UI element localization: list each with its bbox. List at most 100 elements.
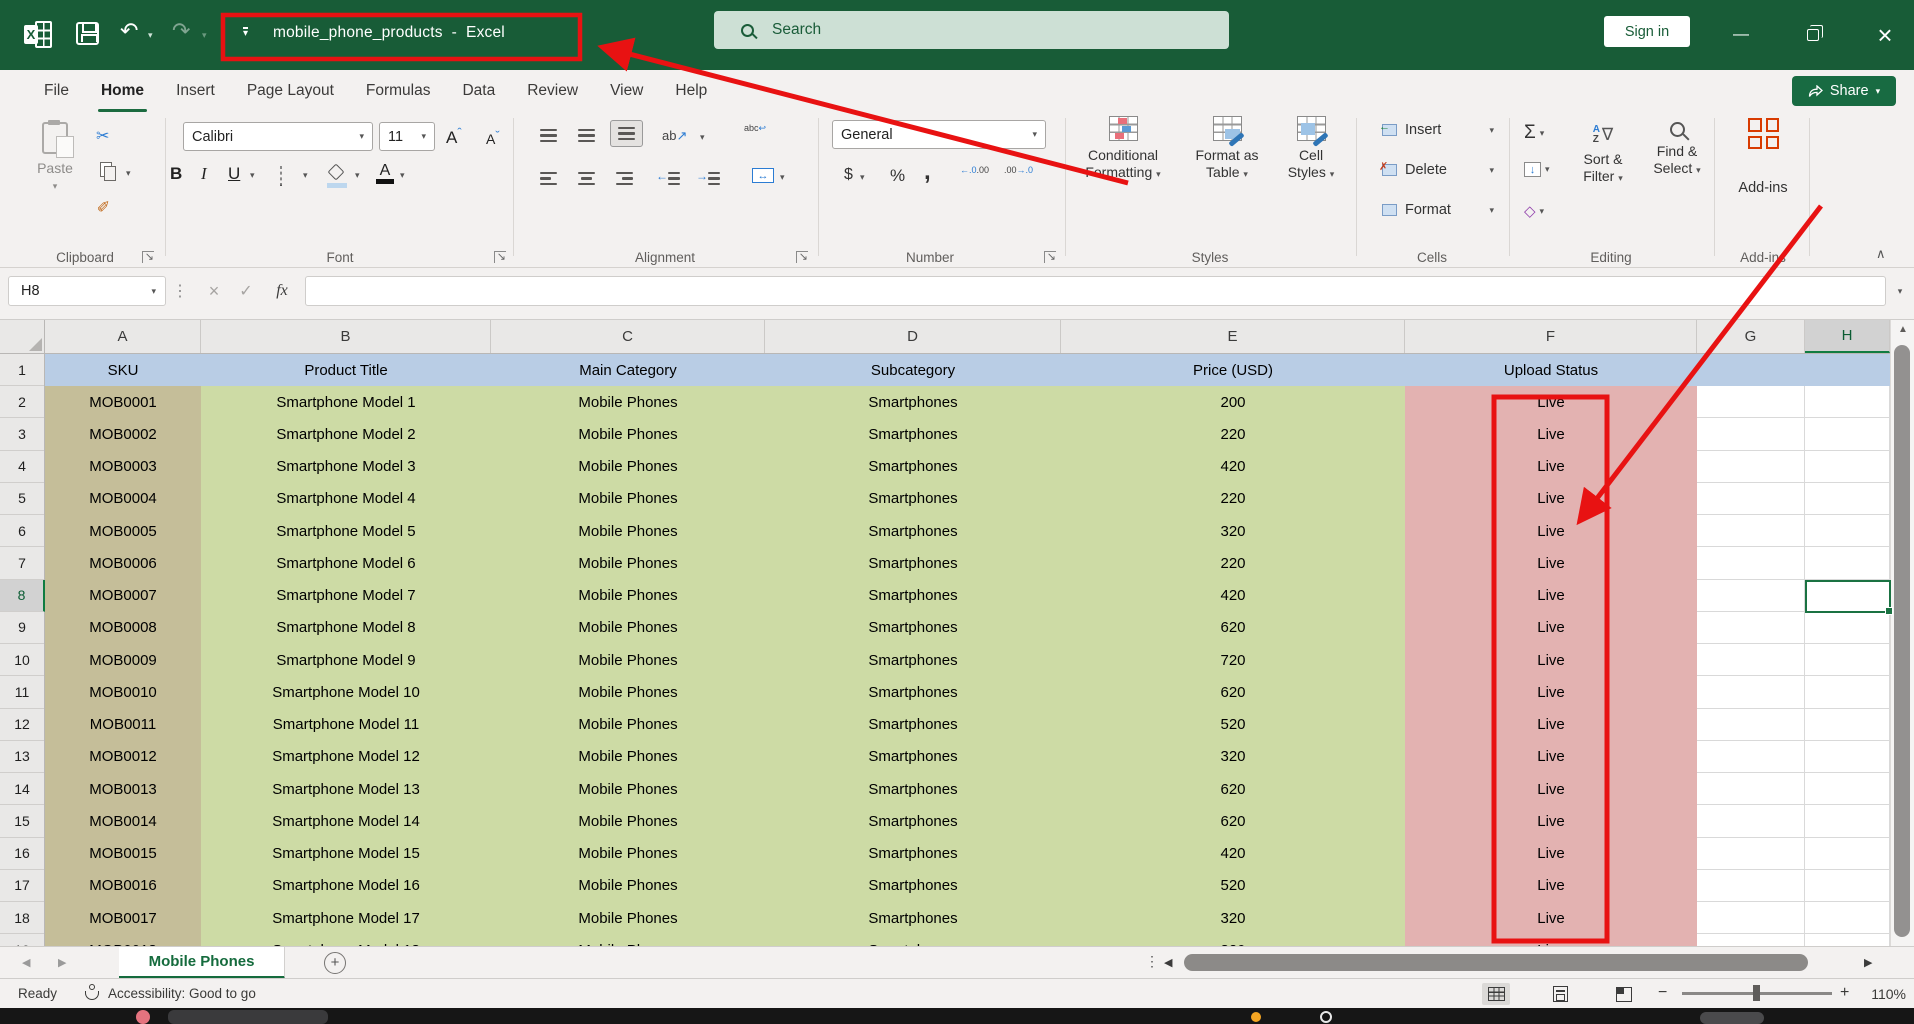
table-row-14-cell-C[interactable]: Mobile Phones — [491, 773, 765, 805]
select-all-corner[interactable] — [0, 320, 45, 354]
table-row-3-cell-F[interactable]: Live — [1405, 418, 1697, 450]
table-row-7-cell-H[interactable] — [1805, 547, 1890, 579]
increase-decimal-icon[interactable]: ←.0.00 — [960, 166, 989, 176]
redo-chevron-icon[interactable]: ▾ — [202, 30, 207, 41]
percent-button[interactable]: % — [890, 166, 905, 186]
enter-formula-icon[interactable]: ✓ — [232, 276, 260, 306]
header-row-cell-G[interactable] — [1697, 354, 1805, 386]
delete-cells-button[interactable]: ✗ Delete ▾ — [1382, 162, 1494, 178]
table-row-12-cell-C[interactable]: Mobile Phones — [491, 709, 765, 741]
table-row-7-cell-C[interactable]: Mobile Phones — [491, 547, 765, 579]
fill-button[interactable]: ↓ ▾ — [1524, 162, 1550, 177]
wrap-text-icon[interactable]: abc↩ — [744, 124, 766, 134]
copy-chevron-icon[interactable]: ▾ — [126, 168, 131, 179]
table-row-17-cell-G[interactable] — [1697, 870, 1805, 902]
table-row-12-cell-D[interactable]: Smartphones — [765, 709, 1061, 741]
table-row-7-cell-B[interactable]: Smartphone Model 6 — [201, 547, 491, 579]
underline-button[interactable]: U — [228, 164, 240, 184]
table-row-8-cell-E[interactable]: 420 — [1061, 580, 1405, 612]
table-row-6-cell-C[interactable]: Mobile Phones — [491, 515, 765, 547]
table-row-14-cell-A[interactable]: MOB0013 — [45, 773, 201, 805]
table-row-2-cell-E[interactable]: 200 — [1061, 386, 1405, 418]
currency-chevron-icon[interactable]: ▾ — [860, 172, 865, 183]
table-row-9-cell-G[interactable] — [1697, 612, 1805, 644]
sheet-tab-mobile-phones[interactable]: Mobile Phones — [119, 947, 285, 979]
fill-color-icon[interactable] — [328, 164, 345, 181]
table-row-19-partial-cell-F[interactable]: Live — [1405, 934, 1697, 946]
table-row-15-cell-A[interactable]: MOB0014 — [45, 805, 201, 837]
table-row-3-cell-E[interactable]: 220 — [1061, 418, 1405, 450]
sort-filter-button[interactable]: AZ ∇ Sort & Filter ▾ — [1566, 122, 1640, 187]
table-row-4-cell-B[interactable]: Smartphone Model 3 — [201, 451, 491, 483]
table-row-13-cell-A[interactable]: MOB0012 — [45, 741, 201, 773]
table-row-14-cell-E[interactable]: 620 — [1061, 773, 1405, 805]
table-row-17-cell-D[interactable]: Smartphones — [765, 870, 1061, 902]
table-row-10-cell-A[interactable]: MOB0009 — [45, 644, 201, 676]
table-row-4-cell-D[interactable]: Smartphones — [765, 451, 1061, 483]
format-painter-icon[interactable]: ✎ — [95, 199, 115, 212]
table-row-18-cell-G[interactable] — [1697, 902, 1805, 934]
table-row-14-cell-G[interactable] — [1697, 773, 1805, 805]
table-row-2-cell-C[interactable]: Mobile Phones — [491, 386, 765, 418]
sheet-bar-dots-icon[interactable]: ⋮ — [1145, 953, 1159, 970]
table-row-12-cell-E[interactable]: 520 — [1061, 709, 1405, 741]
taskbar-circle-icon[interactable] — [1320, 1011, 1332, 1023]
table-row-18-cell-H[interactable] — [1805, 902, 1890, 934]
table-row-17-cell-B[interactable]: Smartphone Model 16 — [201, 870, 491, 902]
page-layout-view-button[interactable] — [1546, 983, 1574, 1005]
add-ins-button[interactable]: Add-ins — [1730, 180, 1796, 196]
redo-icon[interactable]: ↷ — [172, 20, 190, 42]
table-row-5-cell-A[interactable]: MOB0004 — [45, 483, 201, 515]
table-row-3-cell-C[interactable]: Mobile Phones — [491, 418, 765, 450]
table-row-3-cell-D[interactable]: Smartphones — [765, 418, 1061, 450]
decrease-indent-icon[interactable]: ← — [656, 169, 668, 183]
table-row-2-cell-D[interactable]: Smartphones — [765, 386, 1061, 418]
column-header-H[interactable]: H — [1805, 320, 1890, 353]
table-row-13-cell-G[interactable] — [1697, 741, 1805, 773]
grow-font-button[interactable]: Aˆ — [446, 125, 462, 148]
quick-access-overflow-icon[interactable]: ▾ — [243, 27, 248, 38]
table-row-10-cell-G[interactable] — [1697, 644, 1805, 676]
table-row-10-cell-H[interactable] — [1805, 644, 1890, 676]
row-header-6[interactable]: 6 — [0, 515, 44, 547]
row-header-18[interactable]: 18 — [0, 902, 44, 934]
cancel-formula-icon[interactable]: × — [200, 276, 228, 306]
table-row-11-cell-G[interactable] — [1697, 676, 1805, 708]
sheet-nav-right-icon[interactable]: ▶ — [58, 956, 66, 969]
undo-chevron-icon[interactable]: ▾ — [148, 30, 153, 41]
fill-color-chevron-icon[interactable]: ▾ — [355, 170, 360, 181]
search-input[interactable]: Search — [714, 11, 1229, 49]
table-row-14-cell-B[interactable]: Smartphone Model 13 — [201, 773, 491, 805]
row-header-15[interactable]: 15 — [0, 805, 44, 837]
table-row-9-cell-D[interactable]: Smartphones — [765, 612, 1061, 644]
taskbar-pink-app-icon[interactable] — [136, 1010, 150, 1024]
table-row-10-cell-C[interactable]: Mobile Phones — [491, 644, 765, 676]
align-bottom-selected[interactable] — [610, 120, 643, 147]
tab-formulas[interactable]: Formulas — [350, 70, 447, 112]
tab-view[interactable]: View — [594, 70, 659, 112]
close-button[interactable]: × — [1867, 17, 1903, 53]
column-header-C[interactable]: C — [491, 320, 765, 353]
number-launcher-icon[interactable]: ↘ — [1044, 251, 1056, 263]
orientation-icon[interactable]: ab↗ — [662, 128, 687, 144]
table-row-11-cell-F[interactable]: Live — [1405, 676, 1697, 708]
table-row-17-cell-F[interactable]: Live — [1405, 870, 1697, 902]
hscroll-left-icon[interactable]: ◀ — [1164, 956, 1172, 969]
excel-logo-icon[interactable]: X — [24, 21, 52, 48]
tab-insert[interactable]: Insert — [160, 70, 231, 112]
header-row-cell-D[interactable]: Subcategory — [765, 354, 1061, 386]
table-row-3-cell-H[interactable] — [1805, 418, 1890, 450]
table-row-9-cell-B[interactable]: Smartphone Model 8 — [201, 612, 491, 644]
table-row-7-cell-A[interactable]: MOB0006 — [45, 547, 201, 579]
taskbar-item[interactable] — [168, 1010, 328, 1024]
align-left-icon[interactable] — [540, 172, 557, 185]
format-cells-button[interactable]: Format ▾ — [1382, 202, 1494, 218]
table-row-11-cell-C[interactable]: Mobile Phones — [491, 676, 765, 708]
column-header-E[interactable]: E — [1061, 320, 1405, 353]
table-row-5-cell-D[interactable]: Smartphones — [765, 483, 1061, 515]
currency-button[interactable]: $ — [844, 166, 853, 184]
table-row-6-cell-D[interactable]: Smartphones — [765, 515, 1061, 547]
number-format-select[interactable]: General▾ — [832, 120, 1046, 149]
table-row-3-cell-B[interactable]: Smartphone Model 2 — [201, 418, 491, 450]
table-row-19-partial-cell-B[interactable]: Smartphone Model 18 — [201, 934, 491, 946]
